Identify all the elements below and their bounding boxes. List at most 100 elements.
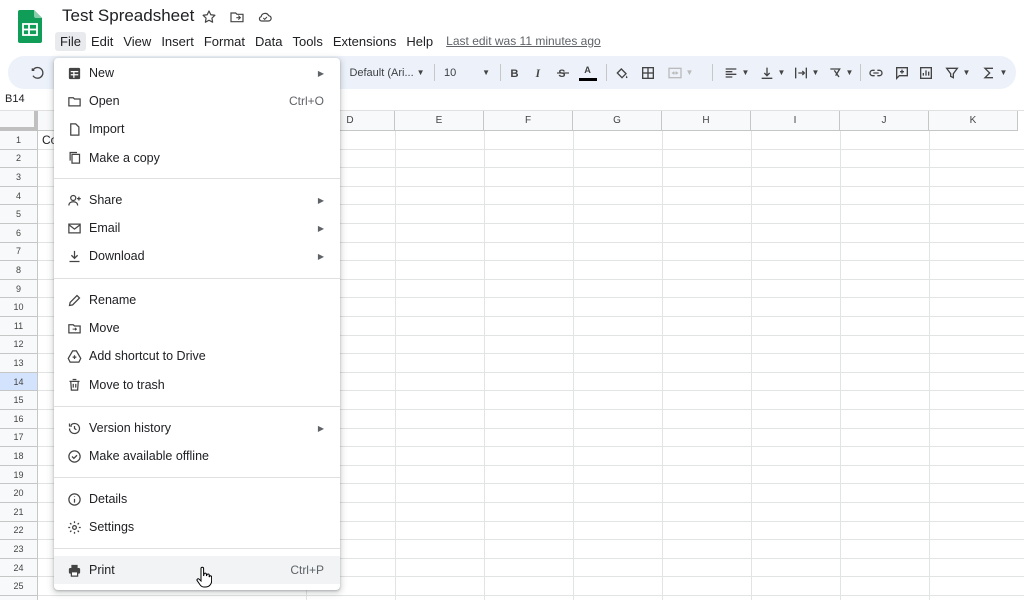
merge-cells-icon[interactable]: ▼ bbox=[664, 56, 696, 89]
column-header-f[interactable]: F bbox=[484, 111, 573, 131]
menu-help[interactable]: Help bbox=[401, 32, 438, 51]
row-header-26[interactable]: 26 bbox=[0, 596, 38, 600]
row-header-20[interactable]: 20 bbox=[0, 484, 38, 503]
menu-view[interactable]: View bbox=[118, 32, 156, 51]
column-header-j[interactable]: J bbox=[840, 111, 929, 131]
submenu-arrow-icon: ▶ bbox=[317, 68, 324, 78]
row-header-14[interactable]: 14 bbox=[0, 372, 38, 392]
insert-link-icon[interactable] bbox=[866, 56, 886, 89]
menu-format[interactable]: Format bbox=[199, 32, 250, 51]
row-header-10[interactable]: 10 bbox=[0, 298, 38, 317]
row-header-16[interactable]: 16 bbox=[0, 410, 38, 429]
row-header-17[interactable]: 17 bbox=[0, 428, 38, 448]
row-header-12[interactable]: 12 bbox=[0, 335, 38, 355]
text-rotation-icon[interactable]: ▼ bbox=[824, 56, 856, 89]
hand-pointer-cursor-icon bbox=[196, 566, 212, 588]
folder-open-icon bbox=[66, 93, 82, 109]
file-menu-item-label: Share bbox=[89, 193, 123, 207]
google-sheets-logo-icon[interactable] bbox=[18, 10, 42, 43]
vertical-align-icon[interactable]: ▼ bbox=[756, 56, 788, 89]
file-menu-item-move-to-trash[interactable]: Move to trash bbox=[54, 371, 340, 399]
menu-tools[interactable]: Tools bbox=[287, 32, 327, 51]
column-header-k[interactable]: K bbox=[929, 111, 1018, 131]
menu-edit[interactable]: Edit bbox=[86, 32, 118, 51]
font-family-value: Default (Ari... bbox=[349, 66, 414, 79]
file-menu-item-share[interactable]: Share ▶ bbox=[54, 186, 340, 214]
row-header-23[interactable]: 23 bbox=[0, 540, 38, 559]
font-family-select[interactable]: Default (Ari... ▼ bbox=[342, 56, 432, 89]
submenu-arrow-icon: ▶ bbox=[317, 195, 324, 205]
row-header-4[interactable]: 4 bbox=[0, 186, 38, 206]
undo-icon[interactable] bbox=[26, 56, 48, 89]
file-menu-item-details[interactable]: Details bbox=[54, 485, 340, 513]
text-color-icon[interactable]: A bbox=[578, 56, 598, 89]
insert-comment-icon[interactable] bbox=[892, 56, 912, 89]
star-icon[interactable] bbox=[200, 8, 218, 26]
fill-color-icon[interactable] bbox=[612, 56, 632, 89]
menu-insert[interactable]: Insert bbox=[156, 32, 199, 51]
borders-icon[interactable] bbox=[638, 56, 658, 89]
file-menu-item-make-a-copy[interactable]: Make a copy bbox=[54, 144, 340, 172]
file-menu-item-settings[interactable]: Settings bbox=[54, 513, 340, 541]
file-menu-item-new[interactable]: New ▶ bbox=[54, 59, 340, 87]
menu-data[interactable]: Data bbox=[250, 32, 287, 51]
row-header-3[interactable]: 3 bbox=[0, 168, 38, 187]
file-menu-item-label: Download bbox=[89, 249, 145, 264]
file-menu-item-label: Move bbox=[89, 321, 120, 336]
font-size-select[interactable]: 10 ▼ bbox=[440, 56, 494, 89]
file-menu-item-label: Make available offline bbox=[89, 449, 209, 464]
last-edit-link[interactable]: Last edit was 11 minutes ago bbox=[446, 34, 601, 48]
row-header-6[interactable]: 6 bbox=[0, 224, 38, 243]
row-header-25[interactable]: 25 bbox=[0, 577, 38, 596]
text-wrapping-icon[interactable]: ▼ bbox=[790, 56, 822, 89]
select-all-corner[interactable] bbox=[0, 111, 38, 131]
row-header-15[interactable]: 15 bbox=[0, 391, 38, 410]
file-menu-item-version-history[interactable]: Version history ▶ bbox=[54, 414, 340, 442]
file-menu-item-label: Details bbox=[89, 492, 128, 506]
row-header-18[interactable]: 18 bbox=[0, 447, 38, 466]
submenu-arrow-icon: ▶ bbox=[317, 251, 324, 261]
row-header-24[interactable]: 24 bbox=[0, 558, 38, 578]
move-to-folder-icon[interactable] bbox=[228, 8, 246, 26]
column-header-g[interactable]: G bbox=[573, 111, 662, 131]
row-header-9[interactable]: 9 bbox=[0, 279, 38, 299]
file-menu-item-open[interactable]: Open Ctrl+O bbox=[54, 87, 340, 115]
row-header-19[interactable]: 19 bbox=[0, 465, 38, 485]
row-header-2[interactable]: 2 bbox=[0, 149, 38, 169]
file-menu-item-add-shortcut-to-drive[interactable]: Add shortcut to Drive bbox=[54, 342, 340, 370]
italic-icon[interactable]: I bbox=[530, 56, 548, 89]
column-header-i[interactable]: I bbox=[751, 111, 840, 131]
functions-sigma-icon[interactable]: ▼ bbox=[978, 56, 1010, 89]
row-header-22[interactable]: 22 bbox=[0, 521, 38, 541]
row-header-11[interactable]: 11 bbox=[0, 317, 38, 336]
row-header-1[interactable]: 1 bbox=[0, 131, 38, 150]
horizontal-align-icon[interactable]: ▼ bbox=[720, 56, 752, 89]
gridline-vertical bbox=[662, 131, 663, 600]
file-menu-item-email[interactable]: Email ▶ bbox=[54, 214, 340, 242]
keyboard-shortcut: Ctrl+O bbox=[288, 94, 324, 109]
filter-icon[interactable]: ▼ bbox=[940, 56, 974, 89]
row-header-21[interactable]: 21 bbox=[0, 503, 38, 522]
file-menu-item-move[interactable]: Move bbox=[54, 314, 340, 342]
menu-extensions[interactable]: Extensions bbox=[328, 32, 402, 51]
strikethrough-icon[interactable]: S bbox=[554, 56, 572, 89]
row-header-8[interactable]: 8 bbox=[0, 261, 38, 280]
file-menu-item-rename[interactable]: Rename bbox=[54, 286, 340, 314]
row-header-13[interactable]: 13 bbox=[0, 354, 38, 373]
menu-file[interactable]: File bbox=[55, 31, 86, 51]
file-menu-item-import[interactable]: Import bbox=[54, 115, 340, 143]
file-menu-item-label: Import bbox=[89, 122, 125, 137]
rename-pencil-icon bbox=[66, 292, 82, 308]
file-menu-item-make-available-offline[interactable]: Make available offline bbox=[54, 442, 340, 470]
submenu-arrow-icon: ▶ bbox=[317, 423, 324, 433]
row-header-7[interactable]: 7 bbox=[0, 242, 38, 262]
bold-icon[interactable]: B bbox=[506, 56, 524, 89]
document-title[interactable]: Test Spreadsheet bbox=[62, 6, 194, 26]
insert-chart-icon[interactable] bbox=[916, 56, 936, 89]
row-header-5[interactable]: 5 bbox=[0, 205, 38, 224]
file-menu-item-download[interactable]: Download ▶ bbox=[54, 242, 340, 270]
cloud-status-icon[interactable] bbox=[256, 8, 274, 26]
column-header-h[interactable]: H bbox=[662, 111, 751, 131]
column-header-e[interactable]: E bbox=[395, 111, 484, 131]
name-box[interactable]: B14 bbox=[5, 93, 25, 105]
